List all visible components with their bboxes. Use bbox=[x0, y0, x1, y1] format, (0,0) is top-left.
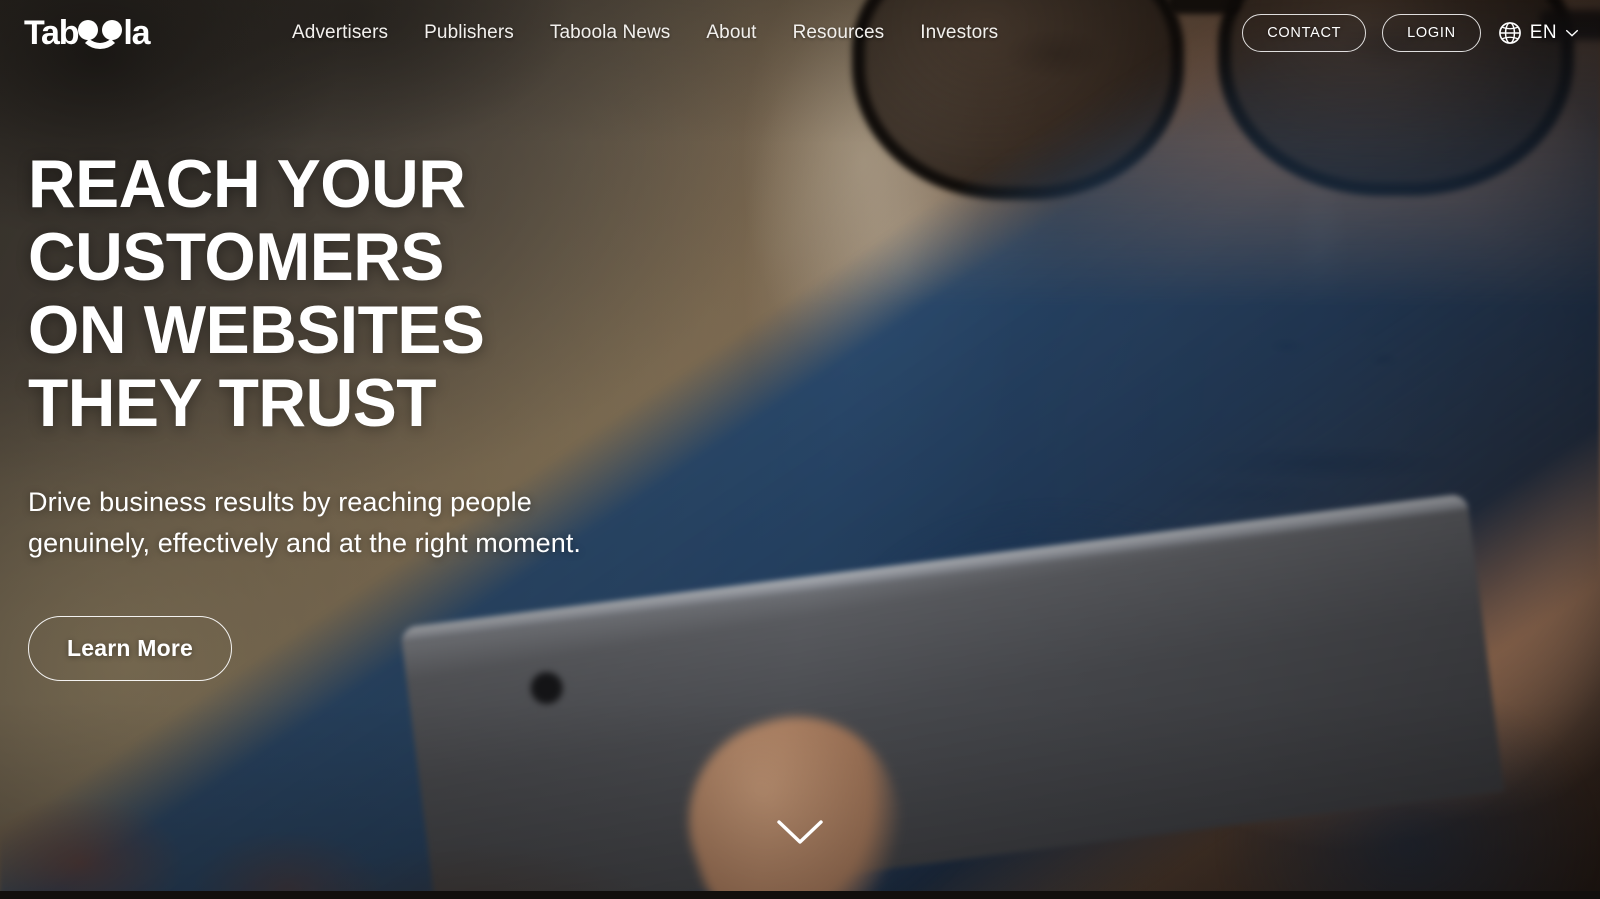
page-title: REACH YOUR CUSTOMERS ON WEBSITES THEY TR… bbox=[28, 148, 564, 440]
chevron-down-icon bbox=[1565, 29, 1579, 37]
headline-line-1: REACH YOUR bbox=[28, 146, 466, 222]
subheading-line-1: Drive business results by reaching peopl… bbox=[28, 487, 532, 517]
subheading-line-2: genuinely, effectively and at the right … bbox=[28, 528, 582, 558]
headline-line-2: CUSTOMERS bbox=[28, 219, 444, 295]
logo-text-suffix: la bbox=[123, 14, 150, 52]
taboola-logo[interactable]: Tab la bbox=[24, 14, 150, 52]
headline-line-3: ON WEBSITES bbox=[28, 292, 485, 368]
learn-more-button[interactable]: Learn More bbox=[28, 616, 232, 681]
login-button[interactable]: LOGIN bbox=[1382, 14, 1481, 52]
headline-line-4: THEY TRUST bbox=[28, 365, 437, 441]
globe-icon bbox=[1498, 22, 1521, 44]
nav-actions: CONTACT LOGIN EN bbox=[1242, 0, 1580, 66]
primary-nav-links: Advertisers Publishers Taboola News Abou… bbox=[292, 0, 998, 66]
nav-link-investors[interactable]: Investors bbox=[920, 22, 998, 44]
language-selector[interactable]: EN bbox=[1497, 20, 1580, 46]
nav-link-taboola-news[interactable]: Taboola News bbox=[550, 22, 671, 44]
top-navigation-bar: Tab la Advertisers Publishers Taboola Ne… bbox=[0, 0, 1600, 66]
hero-section: Tab la Advertisers Publishers Taboola Ne… bbox=[0, 0, 1600, 899]
logo-smile-arc bbox=[79, 29, 122, 49]
contact-button[interactable]: CONTACT bbox=[1242, 14, 1367, 52]
scroll-down-chevron-icon[interactable] bbox=[774, 817, 826, 847]
nav-link-resources[interactable]: Resources bbox=[793, 22, 885, 44]
logo-text-prefix: Tab bbox=[24, 14, 80, 52]
nav-link-publishers[interactable]: Publishers bbox=[424, 22, 514, 44]
nav-link-advertisers[interactable]: Advertisers bbox=[292, 22, 388, 44]
language-code: EN bbox=[1529, 22, 1557, 43]
bottom-edge-strip bbox=[0, 891, 1600, 899]
hero-content: REACH YOUR CUSTOMERS ON WEBSITES THEY TR… bbox=[28, 148, 581, 681]
nav-link-about[interactable]: About bbox=[706, 22, 756, 44]
taboola-smiley-logo-icon bbox=[77, 14, 124, 49]
hero-subheading: Drive business results by reaching peopl… bbox=[28, 482, 581, 564]
